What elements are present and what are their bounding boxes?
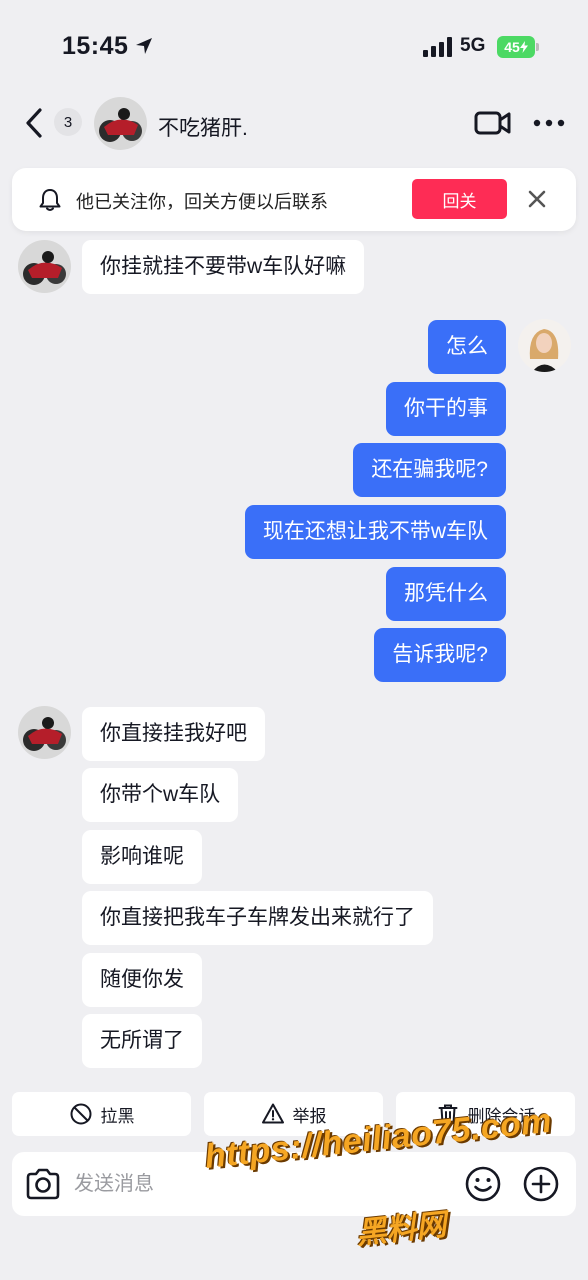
more-options-icon[interactable]	[532, 118, 566, 128]
unread-badge[interactable]: 3	[54, 108, 82, 136]
block-icon	[70, 1103, 91, 1125]
my-avatar[interactable]	[518, 319, 571, 372]
contact-avatar-small[interactable]	[18, 706, 71, 759]
follow-back-button[interactable]: 回关	[412, 179, 507, 219]
message-bubble-outgoing[interactable]: 你干的事	[386, 382, 506, 436]
message-bubble-incoming[interactable]: 影响谁呢	[82, 830, 202, 884]
warning-icon	[261, 1103, 284, 1124]
follow-banner-text: 他已关注你，回关方便以后联系	[76, 192, 328, 212]
camera-icon[interactable]	[24, 1166, 62, 1202]
location-arrow-icon	[136, 38, 152, 54]
battery-cap	[536, 43, 539, 51]
message-bubble-outgoing[interactable]: 现在还想让我不带w车队	[244, 505, 506, 559]
close-icon[interactable]	[526, 188, 548, 210]
contact-name[interactable]: 不吃猪肝.	[158, 112, 248, 142]
battery-level: 45	[504, 39, 520, 55]
message-bubble-outgoing[interactable]: 还在骗我呢?	[353, 443, 506, 497]
message-bubble-incoming[interactable]: 你直接挂我好吧	[82, 707, 265, 761]
follow-back-banner: 他已关注你，回关方便以后联系 回关	[12, 168, 576, 231]
contact-avatar[interactable]	[94, 97, 147, 150]
bell-icon	[39, 189, 61, 211]
charging-bolt-icon	[519, 41, 528, 53]
block-button[interactable]: 拉黑	[12, 1092, 191, 1136]
chat-header: 3 不吃猪肝.	[0, 92, 588, 156]
message-bubble-incoming[interactable]: 无所谓了	[82, 1014, 202, 1068]
message-bubble-incoming[interactable]: 随便你发	[82, 953, 202, 1007]
message-bubble-outgoing[interactable]: 怎么	[428, 320, 506, 374]
network-type: 5G	[460, 35, 486, 56]
video-call-icon[interactable]	[474, 108, 512, 138]
status-bar: 15:45 5G 45	[0, 0, 588, 90]
emoji-icon[interactable]	[464, 1165, 502, 1203]
signal-icon	[423, 37, 452, 57]
back-arrow-icon[interactable]	[20, 106, 50, 140]
message-bubble-outgoing[interactable]: 告诉我呢?	[374, 628, 506, 682]
block-label: 拉黑	[100, 1106, 135, 1126]
battery-indicator: 45	[497, 36, 535, 58]
status-time: 15:45	[62, 32, 129, 60]
watermark-name: 黑料网	[354, 1208, 448, 1251]
message-bubble-incoming[interactable]: 你挂就挂不要带w车队好嘛	[82, 240, 365, 294]
message-bubble-outgoing[interactable]: 那凭什么	[386, 567, 506, 621]
message-bubble-incoming[interactable]: 你带个w车队	[82, 768, 239, 822]
contact-avatar-small[interactable]	[18, 240, 71, 293]
message-bubble-incoming[interactable]: 你直接把我车子车牌发出来就行了	[82, 891, 433, 945]
report-label: 举报	[292, 1106, 327, 1126]
plus-icon[interactable]	[522, 1165, 560, 1203]
